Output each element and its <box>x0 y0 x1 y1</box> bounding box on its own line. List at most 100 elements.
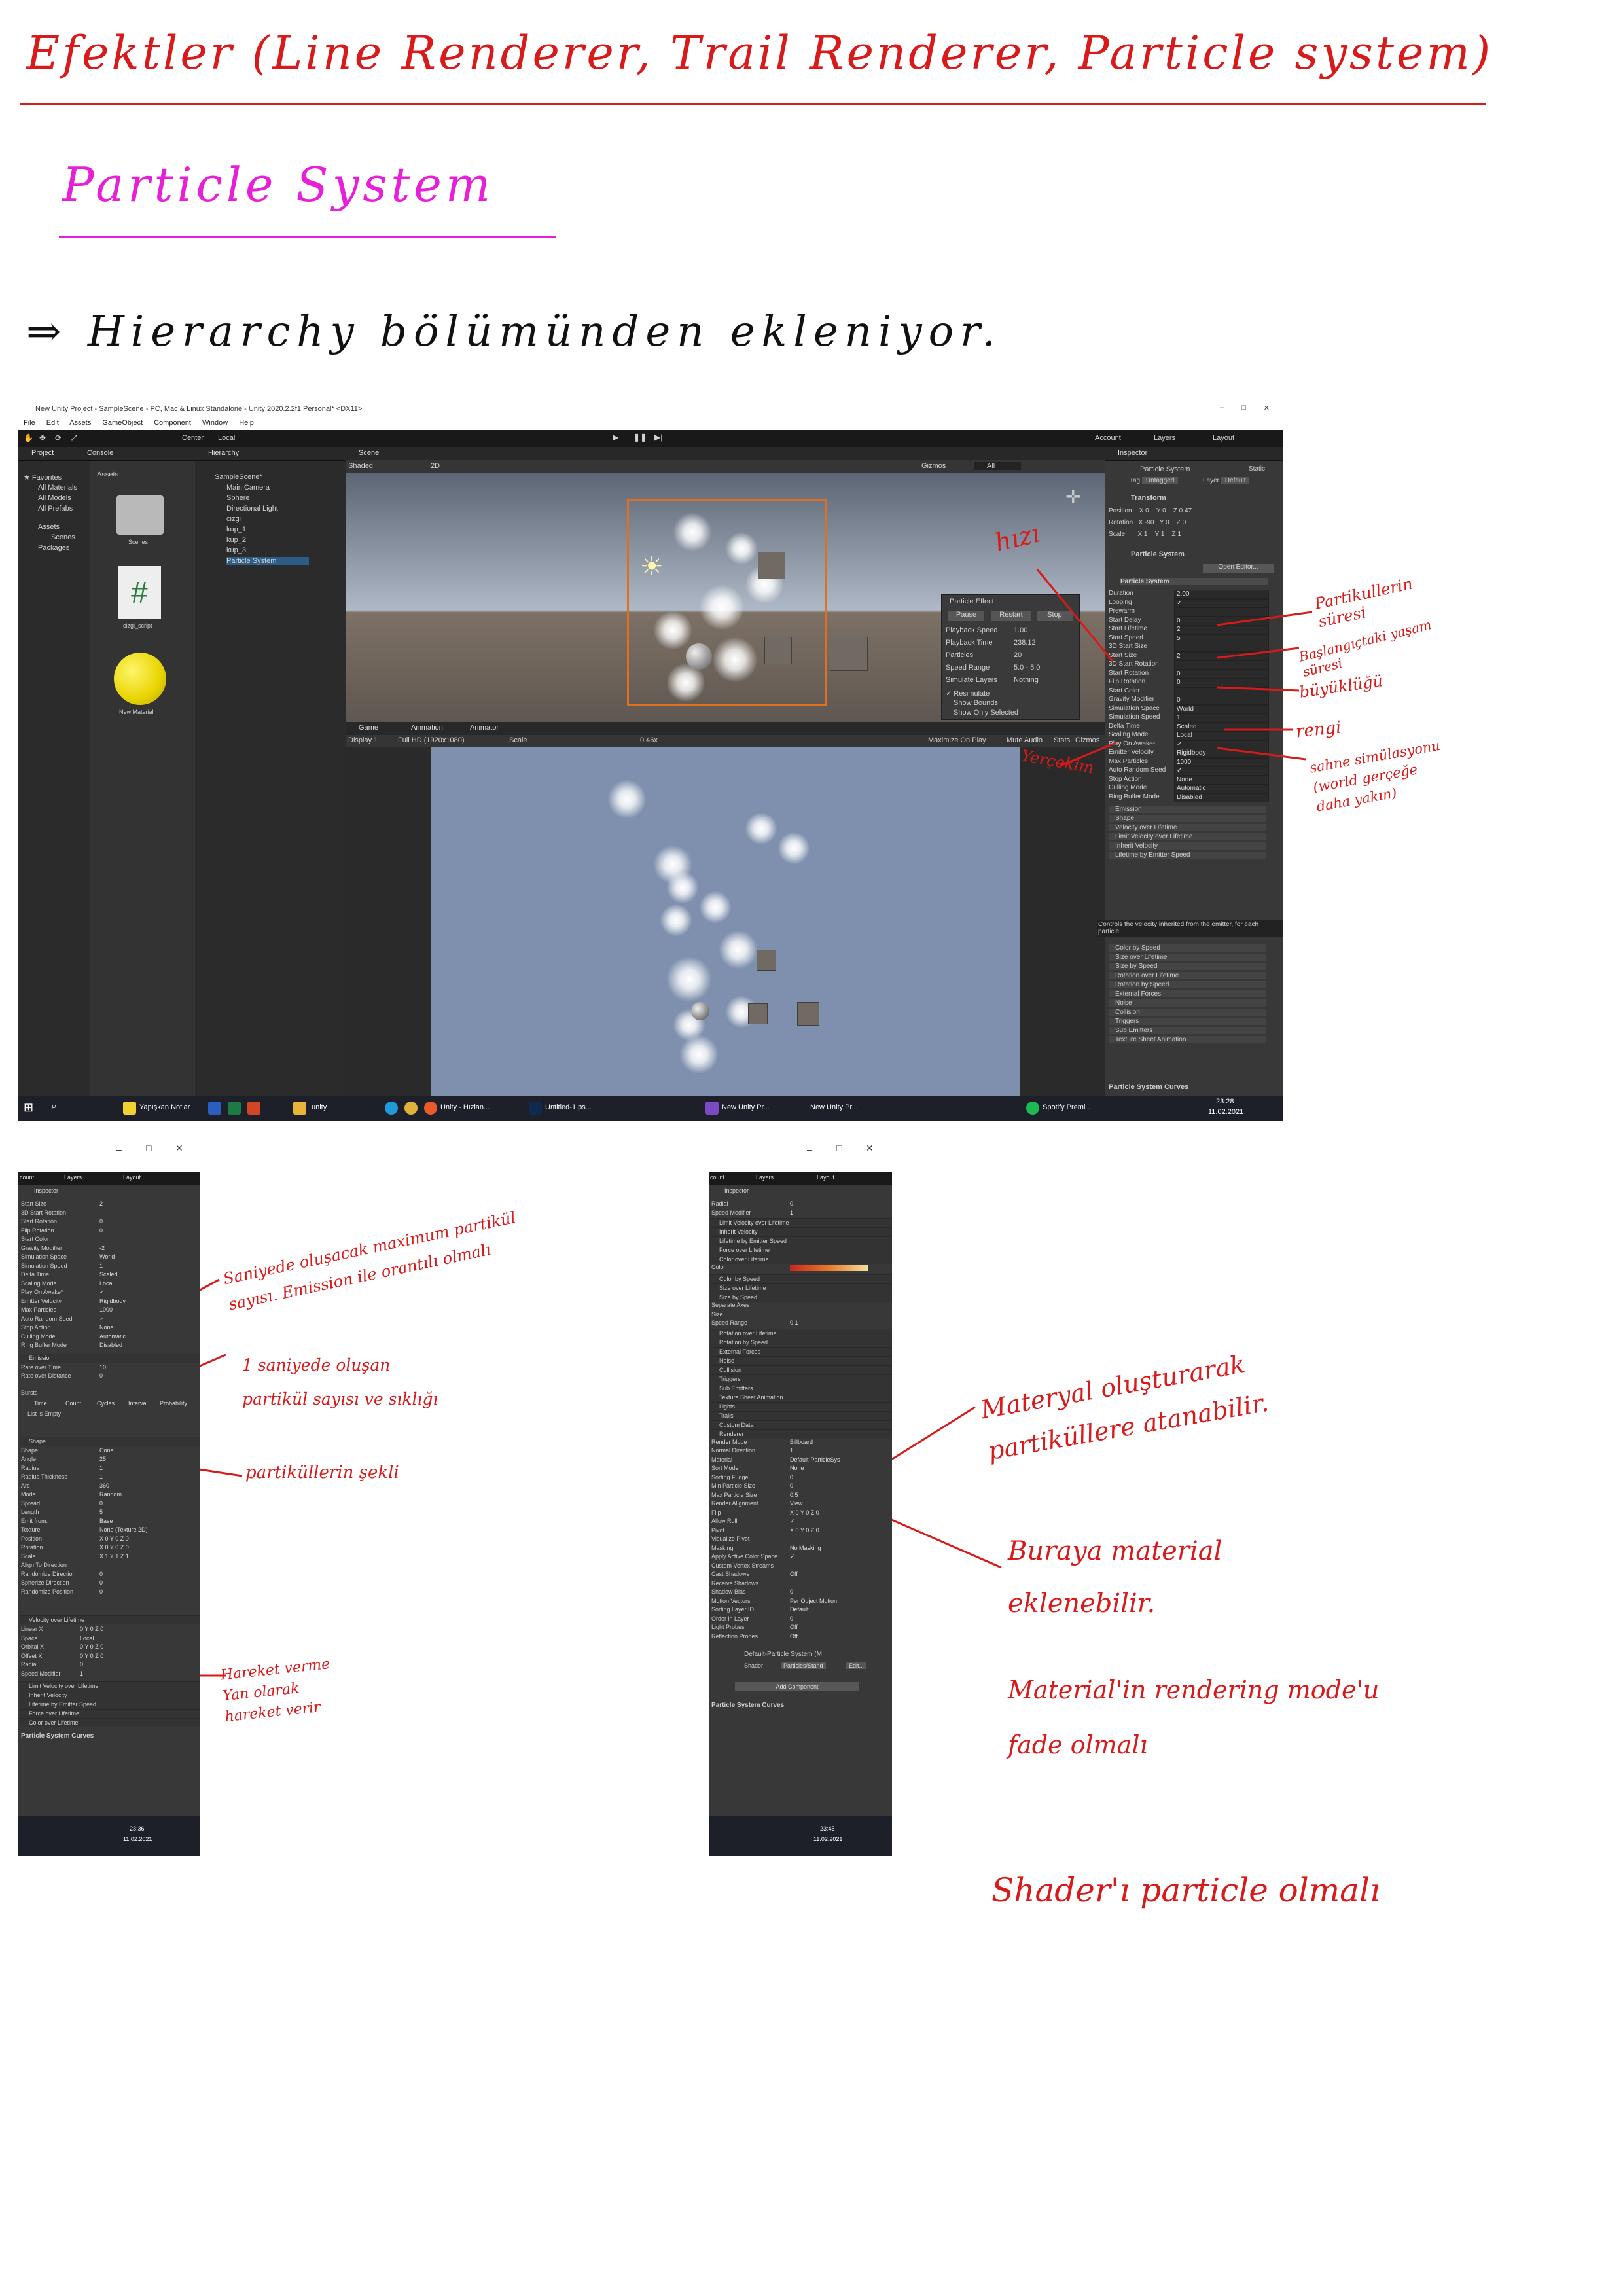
field-value[interactable]: X 0 Y 0 Z 0 <box>790 1527 819 1534</box>
field-value[interactable]: ✓ <box>1174 598 1269 608</box>
module-toggle[interactable]: Noise <box>710 1355 892 1365</box>
module-toggle[interactable]: Collision <box>710 1365 892 1374</box>
field-value[interactable]: 1000 <box>99 1306 113 1313</box>
sticky-notes-icon[interactable] <box>123 1102 136 1115</box>
field-value[interactable]: 0 <box>99 1500 103 1507</box>
layout-dropdown[interactable]: Layout <box>1213 434 1234 442</box>
field-value[interactable]: 0 Y 0 Z 0 <box>80 1626 103 1632</box>
field-value[interactable]: ✓ <box>790 1518 795 1525</box>
module-toggle[interactable]: Noise <box>1109 999 1266 1007</box>
module-toggle[interactable]: Color by Speed <box>710 1274 892 1283</box>
local-toggle[interactable]: Local <box>218 434 235 442</box>
module-toggle[interactable]: Texture Sheet Animation <box>1109 1036 1266 1043</box>
effect-value[interactable]: Nothing <box>1014 676 1039 684</box>
material-icon[interactable] <box>114 653 166 705</box>
pause-button[interactable]: ❚❚ <box>633 433 647 442</box>
field-value[interactable]: 1 <box>790 1447 793 1454</box>
field-value[interactable]: 0 <box>790 1474 793 1480</box>
scene-gizmo-icon[interactable]: ✛ <box>1065 486 1092 512</box>
firefox-icon[interactable] <box>424 1102 437 1115</box>
module-toggle[interactable]: Sub Emitters <box>1109 1027 1266 1034</box>
module-toggle[interactable]: Emission <box>1109 806 1266 813</box>
menu-help[interactable]: Help <box>239 419 254 427</box>
resolution-dropdown[interactable]: Full HD (1920x1080) <box>398 736 465 744</box>
field-value[interactable] <box>1174 643 1269 652</box>
resimulate-checkbox[interactable]: ✓ Resimulate <box>946 689 990 698</box>
photoshop-icon[interactable] <box>529 1102 542 1115</box>
module-toggle[interactable]: Velocity over Lifetime <box>1109 824 1266 831</box>
module-toggle[interactable]: External Forces <box>710 1346 892 1356</box>
script-icon[interactable]: # <box>118 566 161 619</box>
tab-inspector[interactable]: Inspector <box>34 1187 58 1194</box>
module-toggle[interactable]: Color by Speed <box>1109 944 1266 952</box>
module-toggle[interactable]: Rotation by Speed <box>1109 981 1266 988</box>
field-value[interactable]: Scaled <box>99 1271 118 1278</box>
account-dropdown[interactable]: count <box>710 1174 724 1181</box>
field-value[interactable]: 2 <box>1174 625 1269 634</box>
minimize-icon[interactable]: – <box>1220 404 1224 412</box>
module-toggle[interactable]: Rotation by Speed <box>710 1337 892 1347</box>
play-button[interactable]: ▶ <box>613 433 618 442</box>
field-value[interactable]: Base <box>99 1518 113 1524</box>
module-toggle[interactable]: Limit Velocity over Lifetime <box>1109 833 1266 840</box>
curves-header[interactable]: Particle System Curves <box>1109 1083 1188 1091</box>
field-value[interactable]: X 0 Y 0 Z 0 <box>99 1544 129 1551</box>
field-value[interactable]: 5 <box>1174 634 1269 643</box>
scale-tool-icon[interactable]: ⤢ <box>71 433 77 443</box>
module-toggle[interactable]: Force over Lifetime <box>710 1246 892 1255</box>
field-value[interactable]: Billboard <box>790 1439 813 1445</box>
field-value[interactable]: ✓ <box>1174 766 1269 776</box>
field-value[interactable]: 360 <box>99 1482 109 1489</box>
hierarchy-item[interactable]: kup_3 <box>226 547 246 554</box>
chrome-icon[interactable] <box>404 1102 418 1115</box>
field-value[interactable]: 0 <box>99 1372 103 1379</box>
position-row[interactable]: Position X 0 Y 0 Z 0.47 <box>1109 507 1192 514</box>
taskbar-item[interactable]: unity <box>312 1103 327 1111</box>
tab-hierarchy[interactable]: Hierarchy <box>208 449 239 457</box>
field-value[interactable]: Disabled <box>99 1342 122 1348</box>
edit-button[interactable]: Edit... <box>846 1662 867 1669</box>
word-icon[interactable] <box>208 1102 221 1115</box>
module-toggle[interactable]: Texture Sheet Animation <box>710 1392 892 1402</box>
field-value[interactable]: Off <box>790 1633 798 1640</box>
field-value[interactable]: Automatic <box>99 1333 126 1340</box>
field-value[interactable]: 1 <box>80 1670 83 1677</box>
curves-header[interactable]: Particle System Curves <box>711 1702 784 1709</box>
minimize-icon[interactable]: – <box>807 1144 812 1155</box>
field-value[interactable] <box>1174 660 1269 670</box>
start-icon[interactable]: ⊞ <box>24 1101 33 1115</box>
taskbar-item[interactable]: Unity - Hızlan... <box>440 1103 490 1111</box>
field-value[interactable]: Rigidbody <box>99 1298 126 1304</box>
center-toggle[interactable]: Center <box>182 434 204 442</box>
field-value[interactable]: 0 <box>1174 678 1269 687</box>
open-editor-button[interactable]: Open Editor... <box>1203 564 1274 573</box>
excel-icon[interactable] <box>228 1102 241 1115</box>
layer-dropdown[interactable]: Default <box>1221 477 1250 484</box>
close-icon[interactable]: ✕ <box>175 1143 183 1154</box>
field-value[interactable]: 2.00 <box>1174 590 1269 599</box>
add-component-button[interactable]: Add Component <box>735 1682 859 1691</box>
game-canvas[interactable] <box>431 747 1020 1096</box>
field-value[interactable]: 0 <box>99 1579 103 1586</box>
shading-dropdown[interactable]: Shaded <box>348 462 373 470</box>
show-bounds-checkbox[interactable]: Show Bounds <box>954 699 998 707</box>
module-toggle[interactable]: Limit Velocity over Lifetime <box>710 1218 892 1227</box>
scale-row[interactable]: Scale X 1 Y 1 Z 1 <box>1109 531 1181 538</box>
module-toggle[interactable]: Custom Data <box>710 1420 892 1429</box>
field-value[interactable]: ✓ <box>790 1553 795 1560</box>
rotate-tool-icon[interactable]: ⟳ <box>55 433 62 442</box>
maximize-icon[interactable]: □ <box>146 1143 151 1153</box>
field-value[interactable]: 0 1 <box>790 1319 798 1326</box>
field-value[interactable] <box>1174 607 1269 617</box>
module-toggle[interactable]: Lights <box>710 1401 892 1411</box>
maximize-icon[interactable]: □ <box>836 1143 842 1153</box>
field-value[interactable]: X 0 Y 0 Z 0 <box>99 1535 129 1542</box>
layers-dropdown[interactable]: Layers <box>756 1174 774 1181</box>
field-value[interactable]: 2 <box>99 1200 103 1207</box>
module-toggle[interactable]: Inherit Velocity <box>20 1691 200 1700</box>
main-module-header[interactable]: Particle System <box>1120 578 1268 585</box>
field-value[interactable]: None <box>99 1324 114 1331</box>
restart-effect-button[interactable]: Restart <box>991 611 1031 621</box>
field-value[interactable]: Disabled <box>1174 793 1269 802</box>
module-toggle[interactable]: Color over Lifetime <box>20 1718 200 1727</box>
